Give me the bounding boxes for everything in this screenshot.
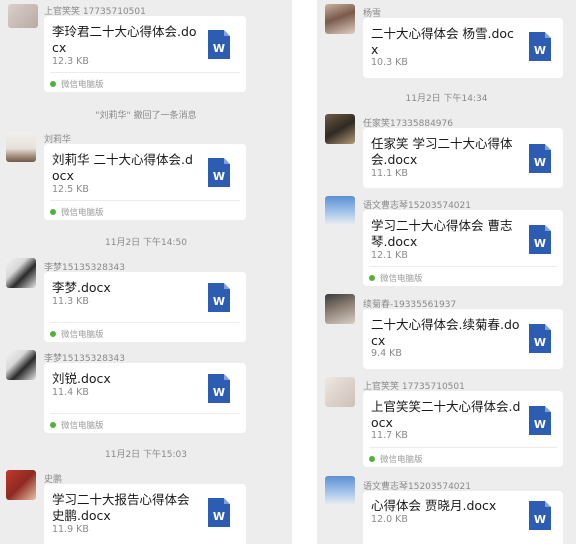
- file-size: 11.3 KB: [52, 296, 89, 307]
- file-name: 任家笑 学习二十大心得体会.docx: [371, 136, 513, 167]
- file-size: 12.1 KB: [371, 250, 408, 261]
- pc-client-icon: [50, 421, 56, 428]
- word-file-icon: W: [208, 498, 230, 527]
- chat-panel-right[interactable]: 杨雪 二十大心得体会 杨雪.docx 10.3 KB W 11月2日 下午14:…: [317, 0, 576, 544]
- word-file-icon: W: [208, 283, 230, 312]
- chat-panel-left[interactable]: 上官笑笑 17735710501 李玲君二十大心得体会.docx 12.3 KB…: [0, 0, 292, 544]
- file-name: 李玲君二十大心得体会.docx: [52, 24, 197, 55]
- source-label: 微信电脑版: [369, 272, 423, 284]
- file-size: 12.0 KB: [371, 514, 408, 525]
- file-size: 11.4 KB: [52, 387, 89, 398]
- file-size: 12.3 KB: [52, 56, 89, 67]
- file-message-card[interactable]: 心得体会 贾晓月.docx 12.0 KB W: [363, 491, 563, 544]
- word-file-icon: W: [529, 32, 551, 61]
- avatar[interactable]: [325, 476, 355, 506]
- file-message-card[interactable]: 二十大心得体会.续菊春.docx 9.4 KB W: [363, 309, 563, 369]
- file-message-card[interactable]: 任家笑 学习二十大心得体会.docx 11.1 KB W: [363, 128, 563, 188]
- word-file-icon: W: [529, 501, 551, 530]
- word-file-icon: W: [208, 158, 230, 187]
- source-label: 微信电脑版: [50, 419, 104, 431]
- avatar[interactable]: [6, 470, 36, 500]
- timestamp: 11月2日 下午14:50: [105, 238, 187, 248]
- file-size: 10.3 KB: [371, 57, 408, 68]
- pc-client-icon: [50, 80, 56, 87]
- divider: [50, 322, 240, 323]
- divider: [369, 447, 557, 448]
- file-name: 刘莉华 二十大心得体会.docx: [52, 152, 193, 183]
- file-name: 上官笑笑二十大心得体会.docx: [371, 399, 521, 430]
- pc-client-icon: [369, 274, 375, 281]
- avatar[interactable]: [325, 114, 355, 144]
- avatar[interactable]: [325, 4, 355, 34]
- file-message-card[interactable]: 刘锐.docx 11.4 KB W 微信电脑版: [44, 363, 246, 433]
- file-name: 李梦.docx: [52, 280, 111, 295]
- file-message-card[interactable]: 刘莉华 二十大心得体会.docx 12.5 KB W 微信电脑版: [44, 144, 246, 220]
- file-name: 二十大心得体会.续菊春.docx: [371, 317, 520, 348]
- word-file-icon: W: [208, 374, 230, 403]
- file-name: 学习二十大心得体会 曹志琴.docx: [371, 218, 513, 249]
- avatar[interactable]: [6, 132, 36, 162]
- file-message-card[interactable]: 李梦.docx 11.3 KB W 微信电脑版: [44, 272, 246, 342]
- timestamp: 11月2日 下午14:34: [405, 94, 488, 104]
- divider: [369, 266, 557, 267]
- divider: [50, 200, 240, 201]
- pc-client-icon: [50, 330, 56, 337]
- file-message-card[interactable]: 学习二十大心得体会 曹志琴.docx 12.1 KB W 微信电脑版: [363, 210, 563, 286]
- file-name: 心得体会 贾晓月.docx: [371, 498, 497, 513]
- file-size: 11.1 KB: [371, 168, 408, 179]
- word-file-icon: W: [529, 225, 551, 254]
- file-name: 学习二十大报告心得体会史鹏.docx: [52, 492, 190, 523]
- word-file-icon: W: [529, 324, 551, 353]
- avatar[interactable]: [6, 350, 36, 380]
- file-name: 二十大心得体会 杨雪.docx: [371, 26, 514, 57]
- source-label: 微信电脑版: [369, 453, 423, 465]
- source-label: 微信电脑版: [50, 328, 104, 340]
- avatar[interactable]: [325, 377, 355, 407]
- file-size: 11.7 KB: [371, 430, 408, 441]
- file-size: 12.5 KB: [52, 184, 89, 195]
- recall-notice: "刘莉华" 撤回了一条消息: [95, 111, 197, 121]
- pc-client-icon: [50, 208, 56, 215]
- timestamp: 11月2日 下午15:03: [105, 450, 187, 460]
- file-size: 11.9 KB: [52, 524, 89, 535]
- file-message-card[interactable]: 李玲君二十大心得体会.docx 12.3 KB W 微信电脑版: [44, 16, 246, 92]
- divider: [50, 72, 240, 73]
- word-file-icon: W: [529, 144, 551, 173]
- word-file-icon: W: [529, 406, 551, 435]
- file-name: 刘锐.docx: [52, 371, 111, 386]
- divider: [50, 413, 240, 414]
- avatar[interactable]: [8, 4, 38, 28]
- avatar[interactable]: [325, 196, 355, 226]
- avatar[interactable]: [6, 258, 36, 288]
- file-size: 9.4 KB: [371, 348, 402, 359]
- file-message-card[interactable]: 学习二十大报告心得体会史鹏.docx 11.9 KB W: [44, 484, 246, 544]
- source-label: 微信电脑版: [50, 206, 104, 218]
- avatar[interactable]: [325, 294, 355, 324]
- word-file-icon: W: [208, 30, 230, 59]
- source-label: 微信电脑版: [50, 78, 104, 90]
- pc-client-icon: [369, 455, 375, 462]
- file-message-card[interactable]: 上官笑笑二十大心得体会.docx 11.7 KB W 微信电脑版: [363, 391, 563, 467]
- file-message-card[interactable]: 二十大心得体会 杨雪.docx 10.3 KB W: [363, 18, 563, 78]
